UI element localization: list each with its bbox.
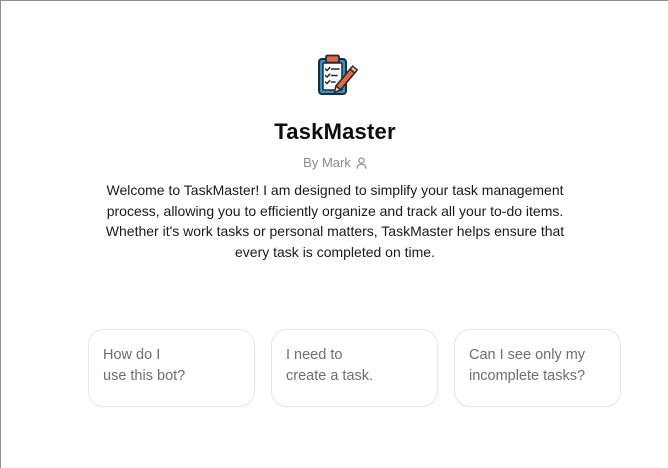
- conversation-starter-create-task[interactable]: I need to create a task.: [271, 329, 438, 407]
- gpt-title: TaskMaster: [274, 119, 396, 144]
- gpt-avatar: [306, 47, 364, 105]
- gpt-author: By Mark: [303, 155, 367, 171]
- gpt-intro: TaskMaster By Mark Welcome to TaskMaster…: [1, 47, 668, 262]
- starter-line: create a task.: [286, 368, 374, 384]
- clipboard-checklist-pencil-icon: [318, 54, 359, 95]
- conversation-starter-usage[interactable]: How do I use this bot?: [88, 329, 255, 407]
- user-icon: [356, 157, 367, 169]
- gpt-intro-panel: TaskMaster By Mark Welcome to TaskMaster…: [0, 0, 668, 468]
- author-label: By Mark: [303, 155, 351, 170]
- starter-line: incomplete tasks?: [469, 368, 586, 384]
- starter-line: Can I see only my: [469, 347, 586, 363]
- conversation-starter-incomplete-tasks[interactable]: Can I see only my incomplete tasks?: [454, 329, 621, 407]
- starter-line: I need to: [286, 347, 343, 363]
- starter-line: use this bot?: [103, 368, 186, 384]
- starter-line: How do I: [103, 347, 161, 363]
- conversation-starters: How do I use this bot? I need to create …: [88, 329, 621, 407]
- gpt-description: Welcome to TaskMaster! I am designed to …: [105, 182, 565, 260]
